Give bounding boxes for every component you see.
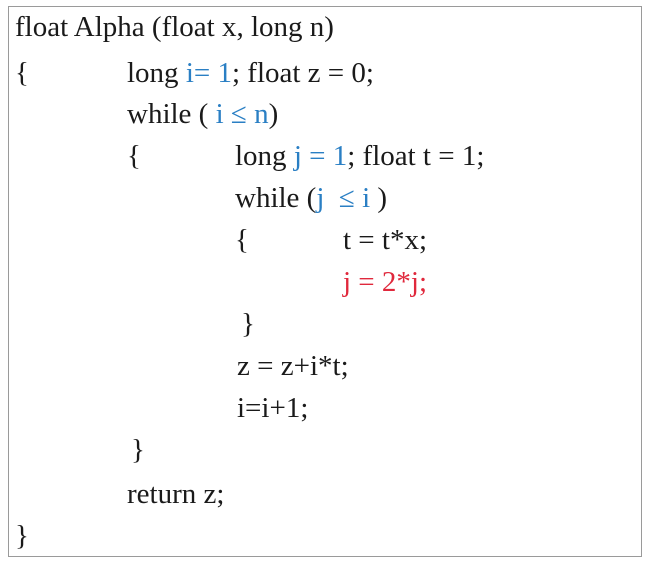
loop-var-i-init: i= 1 [185, 57, 232, 89]
declaration-keyword: long [127, 57, 186, 89]
while-close-paren: ) [268, 98, 279, 130]
outer-close-brace: } [15, 520, 29, 552]
outer-while-condition: i ≤ n [215, 98, 269, 130]
loop-var-j-init: j = 1 [293, 140, 348, 172]
inner-while-close-brace: } [241, 308, 255, 340]
inner-while-line: while (j ≤ i ) [235, 180, 387, 216]
outer-while-close-brace: } [131, 434, 145, 466]
outer-open-brace: { [15, 57, 29, 89]
statement-z-update: z = z+i*t; [237, 350, 349, 382]
while-keyword: while ( [235, 182, 317, 214]
statement-t-update: t = t*x; [343, 224, 428, 256]
function-signature: float Alpha (float x, long n) [15, 11, 334, 43]
declaration-rest: ; float t = 1; [347, 140, 485, 172]
outer-while-line: while ( i ≤ n) [127, 96, 278, 132]
statement-i-increment: i=i+1; [237, 392, 309, 424]
declaration-line-j: long j = 1; float t = 1; [235, 138, 484, 174]
statement-j-update: j = 2*j; [343, 266, 428, 298]
while-keyword: while ( [127, 98, 216, 130]
declaration-line-i: long i= 1; float z = 0; [127, 55, 374, 91]
inner-while-open-brace: { [235, 224, 249, 256]
outer-while-open-brace: { [127, 140, 141, 172]
declaration-keyword: long [235, 140, 294, 172]
while-close-paren: ) [377, 182, 388, 214]
return-statement: return z; [127, 478, 225, 510]
declaration-rest: ; float z = 0; [231, 57, 374, 89]
inner-while-condition: j ≤ i [316, 182, 378, 214]
